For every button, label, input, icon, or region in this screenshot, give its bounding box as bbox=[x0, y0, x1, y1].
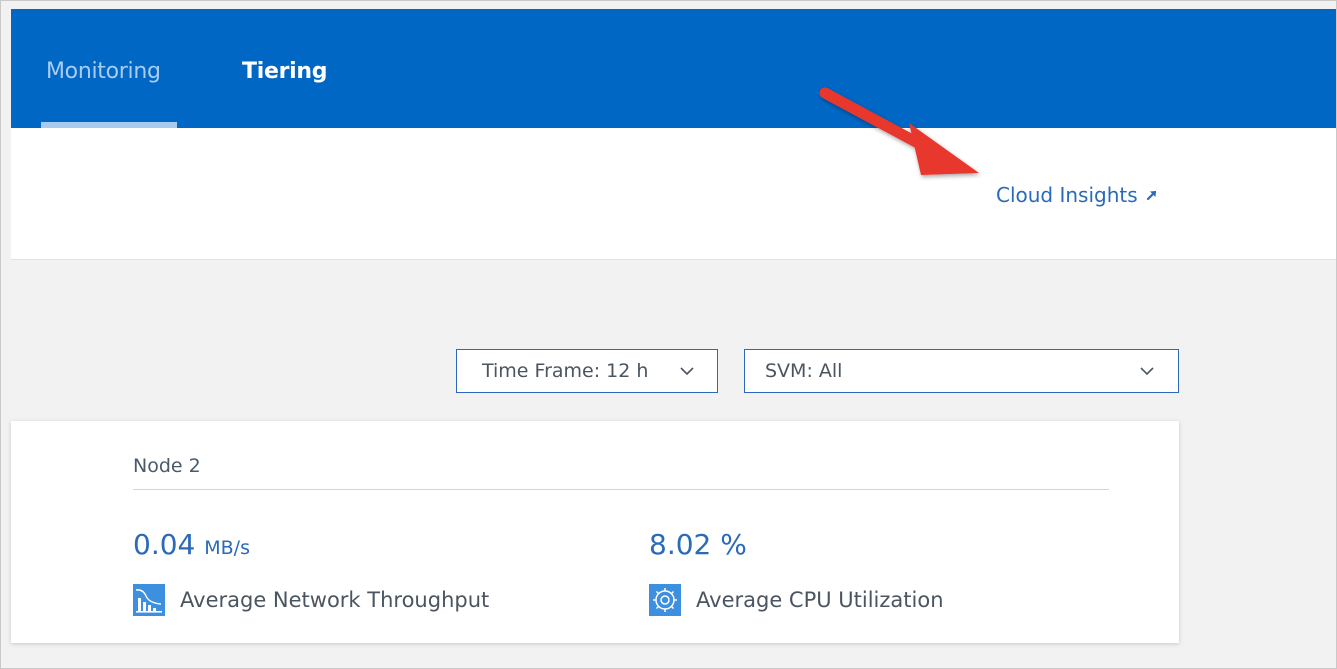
time-frame-value: Time Frame: 12 h bbox=[482, 360, 649, 382]
tab-monitoring[interactable]: Monitoring bbox=[46, 59, 161, 84]
node-title: Node 2 bbox=[133, 455, 201, 477]
annotation-arrow-icon bbox=[819, 87, 979, 175]
top-navigation-bar: Monitoring Tiering bbox=[11, 9, 1336, 128]
chevron-down-icon bbox=[680, 367, 694, 376]
network-throughput-value: 0.04 MB/s bbox=[133, 528, 250, 561]
card-divider bbox=[133, 489, 1109, 490]
cloud-insights-link[interactable]: Cloud Insights bbox=[996, 183, 1158, 207]
cpu-utilization-metric: Average CPU Utilization bbox=[649, 584, 944, 616]
network-throughput-unit: MB/s bbox=[204, 537, 250, 559]
external-link-icon bbox=[1146, 190, 1156, 201]
cloud-insights-link-label: Cloud Insights bbox=[996, 183, 1138, 207]
svm-value: SVM: All bbox=[765, 360, 843, 382]
network-throughput-label: Average Network Throughput bbox=[180, 588, 490, 612]
cpu-utilization-value: 8.02 % bbox=[649, 528, 747, 561]
chevron-down-icon bbox=[1140, 367, 1154, 376]
network-throughput-metric: Average Network Throughput bbox=[133, 584, 489, 616]
tab-tiering[interactable]: Tiering bbox=[242, 59, 327, 84]
svm-dropdown[interactable]: SVM: All bbox=[744, 349, 1179, 393]
header-panel: Cloud Insights bbox=[11, 128, 1336, 260]
cpu-utilization-unit: % bbox=[720, 528, 747, 561]
app-frame: Monitoring Tiering Cloud Insights Time F… bbox=[0, 0, 1337, 669]
gear-icon bbox=[649, 584, 681, 616]
cpu-utilization-label: Average CPU Utilization bbox=[696, 588, 944, 612]
cpu-utilization-number: 8.02 bbox=[649, 528, 712, 561]
network-throughput-number: 0.04 bbox=[133, 528, 196, 561]
network-chart-icon bbox=[133, 584, 165, 616]
time-frame-dropdown[interactable]: Time Frame: 12 h bbox=[456, 349, 718, 393]
node-card: Node 2 0.04 MB/s 8.02 % Average Network … bbox=[11, 421, 1179, 643]
